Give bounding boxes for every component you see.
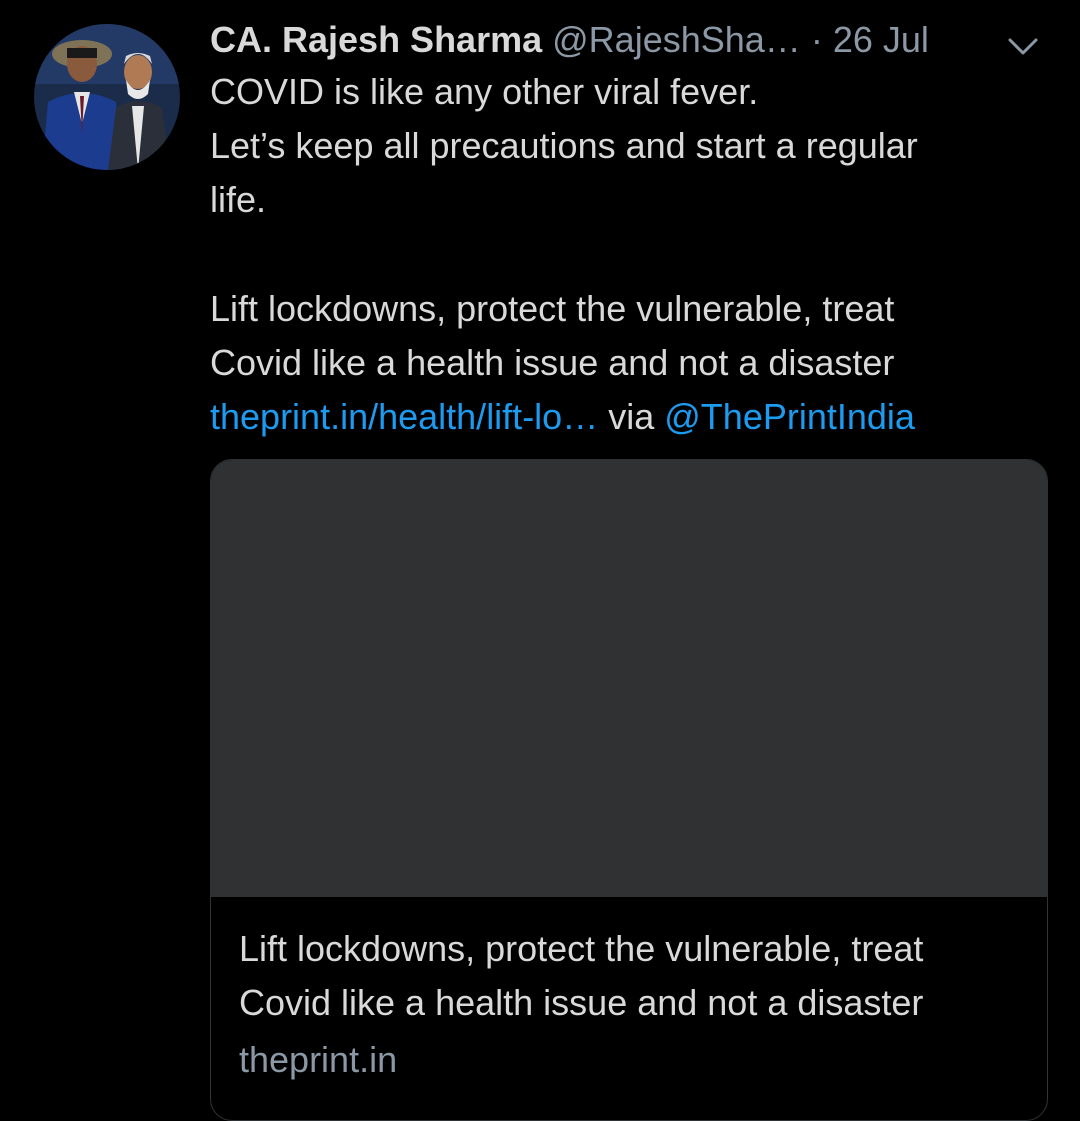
tweet-text-part1: COVID is like any other viral fever. Let… — [210, 65, 1050, 227]
tweet-text-line: Let’s keep all precautions and start a r… — [210, 125, 918, 166]
mention-link[interactable]: @ThePrintIndia — [664, 396, 915, 437]
tweet-link-line: theprint.in/health/lift-lo… via @ThePrin… — [210, 390, 1050, 444]
avatar[interactable] — [34, 24, 180, 170]
chevron-down-icon[interactable] — [1006, 26, 1040, 56]
tweet-header: CA. Rajesh Sharma @RajeshSha… · 26 Jul — [210, 16, 1040, 64]
tweet-text-line: Lift lockdowns, protect the vulnerable, … — [210, 288, 895, 329]
avatar-image — [34, 24, 180, 170]
card-title: Lift lockdowns, protect the vulnerable, … — [239, 922, 1029, 1030]
author-handle[interactable]: @RajeshSha… — [552, 19, 801, 60]
tweet[interactable]: CA. Rajesh Sharma @RajeshSha… · 26 Jul C… — [0, 0, 1080, 1121]
card-image-placeholder — [211, 460, 1047, 897]
tweet-timestamp[interactable]: 26 Jul — [833, 19, 929, 60]
tweet-text-line: COVID is like any other viral fever. — [210, 71, 759, 112]
card-title-line: Covid like a health issue and not a disa… — [239, 982, 924, 1023]
link-preview-card[interactable]: Lift lockdowns, protect the vulnerable, … — [210, 459, 1048, 1121]
author-display-name[interactable]: CA. Rajesh Sharma — [210, 19, 542, 60]
tweet-text-line: life. — [210, 179, 267, 220]
separator-dot: · — [810, 19, 823, 60]
tweet-text-part2: Lift lockdowns, protect the vulnerable, … — [210, 282, 1050, 444]
card-title-line: Lift lockdowns, protect the vulnerable, … — [239, 928, 924, 969]
card-domain: theprint.in — [239, 1039, 398, 1080]
tweet-text-line: Covid like a health issue and not a disa… — [210, 342, 895, 383]
via-text: via — [608, 396, 655, 437]
article-link[interactable]: theprint.in/health/lift-lo… — [210, 396, 598, 437]
